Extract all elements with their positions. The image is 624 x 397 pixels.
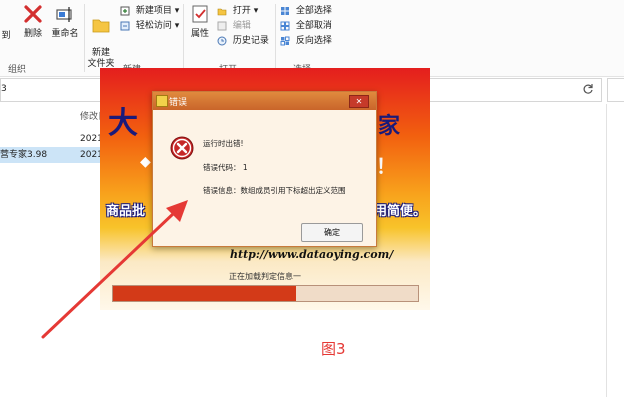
figure-label: 图3 (321, 340, 346, 358)
annotation-arrow (41, 200, 188, 339)
